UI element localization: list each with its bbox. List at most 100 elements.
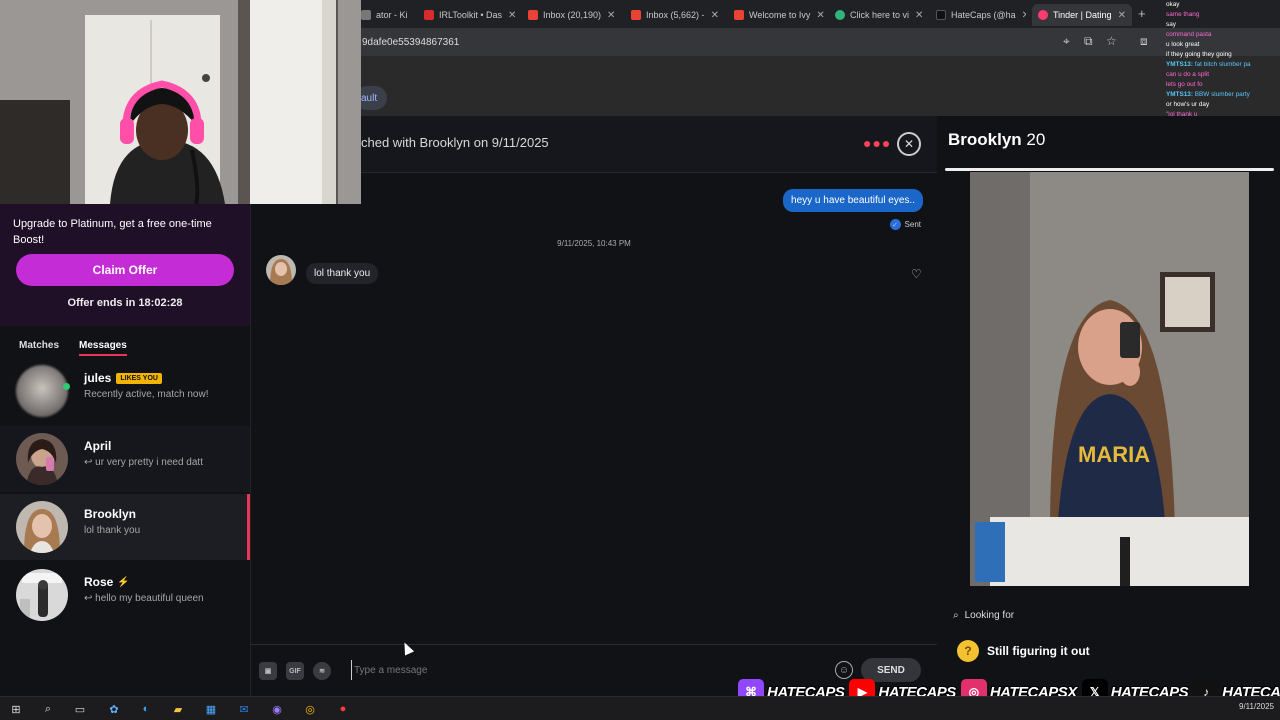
more-options-icon[interactable]: ●●● xyxy=(863,135,891,151)
browser-tab[interactable]: HateCaps (@ha ✕ xyxy=(930,4,1026,26)
gmail-icon xyxy=(734,10,744,20)
windows-start-icon[interactable]: ⊞ xyxy=(8,701,24,717)
new-tab-button[interactable]: + xyxy=(1138,6,1146,21)
close-tab-icon[interactable]: ✕ xyxy=(909,10,923,21)
browser-tab[interactable]: ator - Ki✕ xyxy=(355,4,413,26)
close-tab-icon[interactable]: ✕ xyxy=(705,10,719,21)
stream-chat-line: say xyxy=(1166,20,1280,30)
webcam-overlay xyxy=(0,0,361,204)
conversation-name: jules xyxy=(84,371,112,385)
stream-chat-line: same thang xyxy=(1166,10,1280,20)
chrome-icon[interactable]: ◎ xyxy=(302,701,318,717)
avatar xyxy=(16,501,68,553)
gmail-icon xyxy=(528,10,538,20)
bookmark-star-icon[interactable]: ☆ xyxy=(1106,34,1117,48)
stream-chat-line: "lol thank u xyxy=(1166,110,1280,120)
browser-tab[interactable]: IRLToolkit • Das ✕ xyxy=(418,4,518,26)
conversation-name: Rose xyxy=(84,575,114,589)
extensions-icon[interactable]: ⧈ xyxy=(1140,34,1148,49)
close-tab-icon[interactable]: ✕ xyxy=(408,10,413,21)
avatar xyxy=(16,433,68,485)
search-icon[interactable]: ⌕ xyxy=(40,701,56,717)
stream-chat-overlay: okay same thang say command pasta u look gre… xyxy=(1166,0,1280,130)
stream-chat-message: lets go out fo xyxy=(1166,81,1203,88)
copilot-icon[interactable]: ✿ xyxy=(106,701,122,717)
search-icon: ⌕ xyxy=(953,610,959,621)
obs-icon[interactable]: ● xyxy=(335,701,351,717)
stream-chat-line: command pasta xyxy=(1166,30,1280,40)
stream-chat-user: YMTS13: xyxy=(1166,91,1193,98)
sidebar-tabs: Matches Messages xyxy=(0,332,250,360)
matched-date-text: ched with Brooklyn on 9/11/2025 xyxy=(361,135,549,150)
claim-offer-button[interactable]: Claim Offer xyxy=(16,254,234,286)
browser-tab-active[interactable]: Tinder | Dating ✕ xyxy=(1032,4,1132,26)
sender-avatar[interactable] xyxy=(266,255,296,285)
stream-chat-message: if they going they going xyxy=(1166,51,1232,58)
stream-chat-user: YMTS13: xyxy=(1166,61,1193,68)
tab-matches[interactable]: Matches xyxy=(19,340,59,351)
close-tab-icon[interactable]: ✕ xyxy=(1016,10,1026,21)
gif-button[interactable]: GIF xyxy=(286,662,304,680)
close-tab-icon[interactable]: ✕ xyxy=(1112,10,1126,21)
photo-indicator xyxy=(945,168,1274,171)
promo-text: Upgrade to Platinum, get a free one-time… xyxy=(13,218,212,246)
stream-chat-message: can u do a split xyxy=(1166,71,1209,78)
browser-tab[interactable]: Inbox (5,662) - ✕ xyxy=(625,4,725,26)
conversation-item[interactable]: Rose ⚡ ↩ hello my beautiful queen xyxy=(0,562,250,628)
location-icon[interactable]: ⌖ xyxy=(1063,34,1070,49)
conversation-name: Brooklyn xyxy=(84,507,137,521)
browser-tab[interactable]: Click here to vi ✕ xyxy=(829,4,925,26)
profile-name: Brooklyn 20 xyxy=(948,130,1046,149)
profile-age: 20 xyxy=(1026,130,1046,149)
conversation-preview: lol thank you xyxy=(84,525,141,536)
stream-chat-message: okay xyxy=(1166,1,1180,8)
avatar xyxy=(16,365,68,417)
browser-tab[interactable]: Welcome to Ivy ✕ xyxy=(728,4,824,26)
browser-tab[interactable]: Inbox (20,190) ✕ xyxy=(522,4,620,26)
bolt-icon: ⚡ xyxy=(117,576,130,588)
looking-for-value: ? Still figuring it out xyxy=(957,640,1090,662)
clock: 9/11/2025 xyxy=(1239,702,1274,711)
offer-countdown: Offer ends in 18:02:28 xyxy=(67,297,183,309)
task-view-icon[interactable]: ▭ xyxy=(72,701,88,717)
thinking-face-icon: ? xyxy=(957,640,979,662)
close-icon[interactable]: ✕ xyxy=(897,132,921,156)
install-icon[interactable]: ⧉ xyxy=(1084,34,1093,49)
stream-chat-message: command pasta xyxy=(1166,31,1212,38)
spotify-icon[interactable]: ≋ xyxy=(313,662,331,680)
svg-text:MARIA: MARIA xyxy=(1078,442,1150,467)
conversation-item[interactable]: April ↩ ur very pretty i need datt xyxy=(0,426,250,492)
edge-icon[interactable]: ◐ xyxy=(138,701,154,717)
stream-chat-line: okay xyxy=(1166,0,1280,10)
incoming-message: lol thank you xyxy=(306,263,379,284)
conversation-item-selected[interactable]: Brooklyn lol thank you xyxy=(0,494,250,560)
stream-chat-line: lets go out fo xyxy=(1166,80,1280,90)
profile-photo[interactable]: MARIA xyxy=(970,172,1249,586)
close-tab-icon[interactable]: ✕ xyxy=(810,10,824,21)
camera-icon[interactable]: ▣ xyxy=(259,662,277,680)
heart-icon[interactable]: ♡ xyxy=(911,267,922,281)
stream-chat-message: BBW slumber party xyxy=(1194,91,1250,98)
stream-chat-message: u look great xyxy=(1166,41,1200,48)
looking-for-label: ⌕ Looking for xyxy=(953,610,1015,621)
close-tab-icon[interactable]: ✕ xyxy=(502,10,516,21)
sent-status: ✓ Sent xyxy=(889,219,921,230)
stream-chat-message: or how's ur day xyxy=(1166,101,1210,108)
stream-chat-message: fat bitch slumber pa xyxy=(1194,61,1251,68)
conversation-name: April xyxy=(84,439,112,453)
outgoing-message: heyy u have beautiful eyes.. xyxy=(783,189,923,212)
store-icon[interactable]: ▦ xyxy=(203,701,219,717)
outlook-icon[interactable]: ✉ xyxy=(236,701,252,717)
conversation-preview: Recently active, match now! xyxy=(84,389,209,400)
url-text[interactable]: 9dafe0e55394867361 xyxy=(362,37,459,48)
conversation-item[interactable]: jules LIKES YOU Recently active, match no… xyxy=(0,358,250,424)
profile-panel: Brooklyn 20 MARIA ⌕ Looking for ? Still fi… xyxy=(937,116,1280,696)
stream-chat-line: can u do a split xyxy=(1166,70,1280,80)
discord-icon[interactable]: ◉ xyxy=(269,701,285,717)
tab-messages[interactable]: Messages xyxy=(79,340,127,356)
likes-you-badge: LIKES YOU xyxy=(116,372,162,384)
conversation-preview: ↩ ur very pretty i need datt xyxy=(84,457,203,468)
stream-chat-message: same thang xyxy=(1166,11,1200,18)
close-tab-icon[interactable]: ✕ xyxy=(601,10,615,21)
file-explorer-icon[interactable]: ▰ xyxy=(170,701,186,717)
